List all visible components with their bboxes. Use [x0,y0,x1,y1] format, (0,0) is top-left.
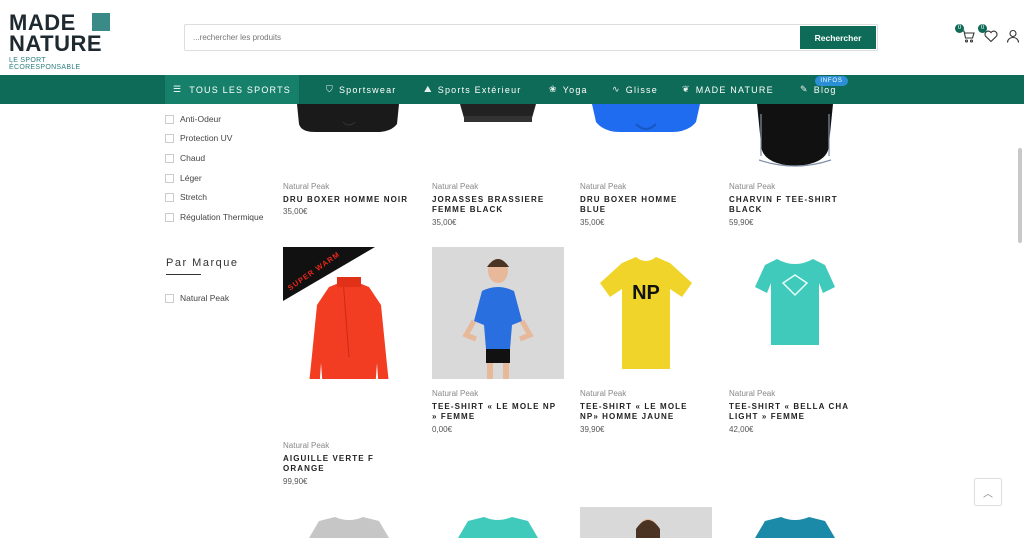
nav-item-label: Yoga [562,84,588,95]
product-image[interactable] [580,104,712,134]
checkbox[interactable] [165,114,174,124]
nav-item-glisse[interactable]: ∿ Glisse [612,75,658,104]
all-sports-menu[interactable]: ☰ TOUS LES SPORTS [165,75,299,104]
site-logo[interactable]: MADE NATURE LE SPORT ÉCORESPONSABLE [9,12,119,71]
svg-text:NP: NP [632,282,660,304]
filter-regulation-thermique[interactable]: Régulation Thermique [165,210,263,224]
product-price: 0,00€ [432,425,453,434]
product-name[interactable]: TEE-SHIRT « LE MOLE NP » FEMME [432,402,557,422]
site-header: MADE NATURE LE SPORT ÉCORESPONSABLE Rech… [0,0,1024,75]
product-name[interactable]: JORASSES BRASSIERE FEMME BLACK [432,195,552,215]
filter-protection-uv[interactable]: Protection UV [165,131,232,145]
nav-item-label: Glisse [625,84,658,95]
pen-icon: ✎ [800,84,809,94]
product-price: 59,90€ [729,218,754,227]
nav-item-sportswear[interactable]: ⛉ Sportswear [326,75,396,104]
checkbox[interactable] [165,192,174,202]
wave-icon: ∿ [612,84,621,94]
nav-item-label: Blog [813,84,837,95]
tshirt-icon: ⛉ [326,84,334,94]
product-image[interactable] [432,104,564,134]
filter-label: Léger [180,173,202,183]
product-name[interactable]: DRU BOXER HOMME BLUE [580,195,690,215]
filter-chaud[interactable]: Chaud [165,151,205,165]
user-icon[interactable] [1005,28,1021,44]
product-price: 99,90€ [283,477,308,486]
logo-tagline: LE SPORT ÉCORESPONSABLE [9,57,81,71]
product-brand: Natural Peak [432,389,479,398]
nav-item-label: Sports Extérieur [437,84,522,95]
logo-square-icon [92,13,110,31]
scroll-to-top-button[interactable]: ︿ [974,478,1002,506]
search-button[interactable]: Rechercher [800,26,876,49]
scrollbar-thumb[interactable] [1018,148,1022,243]
product-brand: Natural Peak [283,441,330,450]
product-name[interactable]: AIGUILLE VERTE F ORANGE [283,454,393,474]
product-name[interactable]: DRU BOXER HOMME NOIR [283,195,418,205]
filter-brand-natural-peak[interactable]: Natural Peak [165,291,229,305]
lotus-icon: ❀ [549,84,558,94]
product-price: 39,90€ [580,425,605,434]
filter-label: Anti-Odeur [180,114,222,124]
leaf-icon: ❦ [682,84,691,94]
checkbox[interactable] [165,212,174,222]
filter-leger[interactable]: Léger [165,171,202,185]
filter-label: Régulation Thermique [180,212,264,222]
product-price: 35,00€ [283,207,308,216]
cart-count-badge: 0 [955,24,964,33]
infos-badge: INFOS [815,76,848,86]
product-image[interactable] [729,104,861,170]
nav-item-sports-exterieur[interactable]: ⛰ Sports Extérieur [424,75,522,104]
product-brand: Natural Peak [580,389,627,398]
product-price: 35,00€ [432,218,457,227]
product-brand: Natural Peak [283,182,330,191]
product-name[interactable]: CHARVIN F TEE-SHIRT BLACK [729,195,849,215]
divider [166,274,201,275]
chevron-up-icon: ︿ [983,488,993,500]
search-bar: Rechercher [184,24,878,51]
product-brand: Natural Peak [729,389,776,398]
product-name[interactable]: TEE-SHIRT « LE MOLE NP» HOMME JAUNE [580,402,705,422]
product-image[interactable] [432,515,564,538]
product-image[interactable]: NP [580,247,712,379]
product-image[interactable] [729,247,861,379]
logo-line2: NATURE [9,31,103,56]
filter-label: Protection UV [180,133,233,143]
product-image[interactable] [283,515,415,538]
product-price: 42,00€ [729,425,754,434]
checkbox[interactable] [165,173,174,183]
main-nav: ☰ TOUS LES SPORTS ⛉ Sportswear ⛰ Sports … [0,75,1024,104]
search-input[interactable] [193,25,793,50]
filter-label: Stretch [180,192,207,202]
product-price: 35,00€ [580,218,605,227]
product-brand: Natural Peak [432,182,479,191]
mountain-icon: ⛰ [424,84,433,94]
product-brand: Natural Peak [729,182,776,191]
product-name[interactable]: TEE-SHIRT « BELLA CHA LIGHT » FEMME [729,402,864,422]
heart-icon[interactable]: 0 [978,24,999,44]
filter-stretch[interactable]: Stretch [165,190,207,204]
product-image[interactable] [432,247,564,379]
cart-icon[interactable]: 0 [955,24,976,44]
all-sports-label: TOUS LES SPORTS [189,84,291,95]
page: MADE NATURE LE SPORT ÉCORESPONSABLE Rech… [0,0,1024,538]
hamburger-icon: ☰ [173,84,183,94]
product-image[interactable] [580,507,712,538]
brand-filter-title: Par Marque [166,257,239,269]
checkbox[interactable] [165,133,174,143]
product-image[interactable] [729,515,861,538]
checkbox[interactable] [165,153,174,163]
filter-anti-odeur[interactable]: Anti-Odeur [165,112,221,126]
product-image[interactable] [283,247,415,379]
wishlist-count-badge: 0 [978,24,987,33]
product-image[interactable] [283,104,415,134]
product-brand: Natural Peak [580,182,627,191]
nav-item-label: Sportswear [338,84,397,95]
filter-label: Chaud [180,153,206,163]
nav-item-yoga[interactable]: ❀ Yoga [549,75,588,104]
checkbox[interactable] [165,293,174,303]
filter-label: Natural Peak [180,293,230,303]
nav-item-made-nature[interactable]: ❦ MADE NATURE [682,75,774,104]
nav-item-label: MADE NATURE [695,84,774,95]
